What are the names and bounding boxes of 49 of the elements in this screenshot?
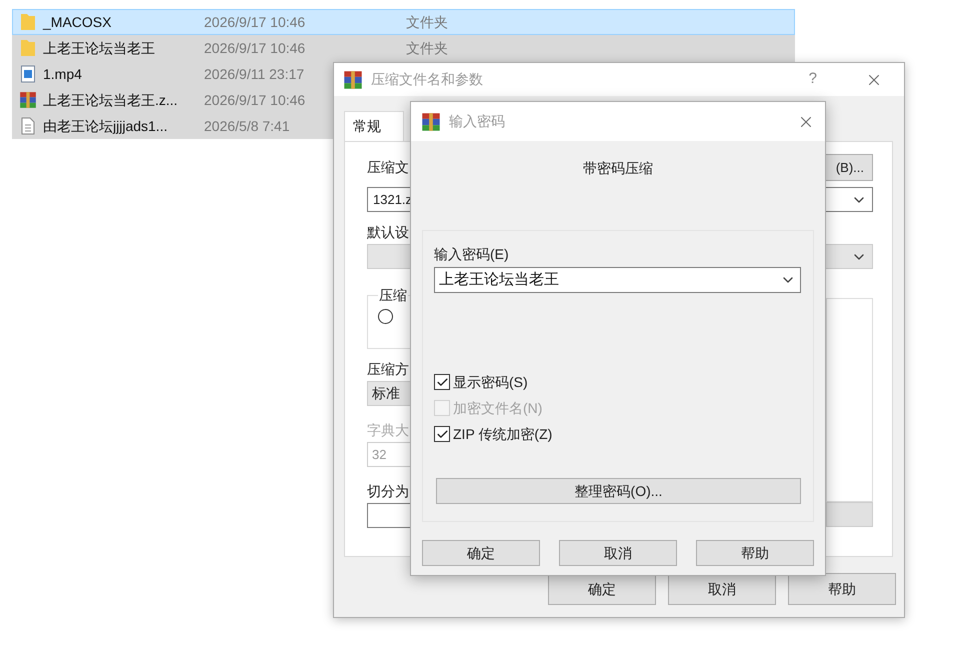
field-label: 输入密码(E) <box>434 245 509 264</box>
dialog-button[interactable]: 帮助 <box>696 540 814 566</box>
file-name: 上老王论坛当老王.z... <box>43 90 179 110</box>
field-label: 字典大 <box>367 421 409 440</box>
file-name: 由老王论坛jjjjads1... <box>43 116 168 136</box>
file-date: 2026/9/17 10:46 <box>204 12 306 32</box>
text-file-icon <box>20 117 36 135</box>
file-row[interactable]: 上老王论坛当老王 2026/9/17 10:46 文件夹 <box>12 35 795 61</box>
file-name: 上老王论坛当老王 <box>43 38 156 58</box>
password-field[interactable]: 上老王论坛当老王 <box>434 267 801 293</box>
check-icon <box>436 376 448 388</box>
checkbox-label: 显示密码(S) <box>453 372 528 392</box>
dialog-heading: 带密码压缩 <box>583 159 653 178</box>
field-label: 压缩文 <box>367 158 409 177</box>
dialog-button[interactable]: 取消 <box>559 540 677 566</box>
file-row[interactable]: _MACOSX 2026/9/17 10:46 文件夹 <box>12 9 795 35</box>
archive-icon <box>343 70 363 90</box>
dialog-button[interactable]: 确定 <box>422 540 540 566</box>
radio-button[interactable] <box>378 309 393 324</box>
video-file-icon <box>20 65 36 83</box>
field-label: 默认设 <box>367 223 409 242</box>
folder-icon <box>20 39 36 57</box>
checkbox-label: ZIP 传统加密(Z) <box>453 424 552 444</box>
file-date: 2026/9/17 10:46 <box>204 90 306 110</box>
file-name: 1.mp4 <box>43 64 83 84</box>
file-date: 2026/9/11 23:17 <box>204 64 304 84</box>
help-button[interactable]: ? <box>808 68 817 91</box>
dialog-button[interactable]: 确定 <box>548 573 656 605</box>
checkbox-label: 加密文件名(N) <box>453 398 542 418</box>
dialog-button[interactable]: 帮助 <box>788 573 896 605</box>
checkbox[interactable] <box>434 426 450 442</box>
dialog-button[interactable]: 取消 <box>668 573 776 605</box>
tab[interactable]: 常规 <box>344 111 404 141</box>
checkbox[interactable] <box>434 374 450 390</box>
file-type: 文件夹 <box>406 38 448 58</box>
archive-icon <box>19 91 37 109</box>
organize-passwords-button[interactable]: 整理密码(O)... <box>436 478 801 504</box>
file-date: 2026/9/17 10:46 <box>204 38 306 58</box>
file-name: _MACOSX <box>43 12 112 32</box>
file-date: 2026/5/8 7:41 <box>204 116 290 136</box>
folder-icon <box>20 13 36 31</box>
check-icon <box>436 428 448 440</box>
window-title: 输入密码 <box>449 112 505 131</box>
window-title: 压缩文件名和参数 <box>371 70 483 89</box>
field-label: 切分为 <box>367 482 409 501</box>
field-label: 压缩方 <box>367 360 409 379</box>
archive-icon <box>421 112 441 132</box>
group-label: 压缩 <box>378 286 408 305</box>
file-type: 文件夹 <box>406 12 448 32</box>
